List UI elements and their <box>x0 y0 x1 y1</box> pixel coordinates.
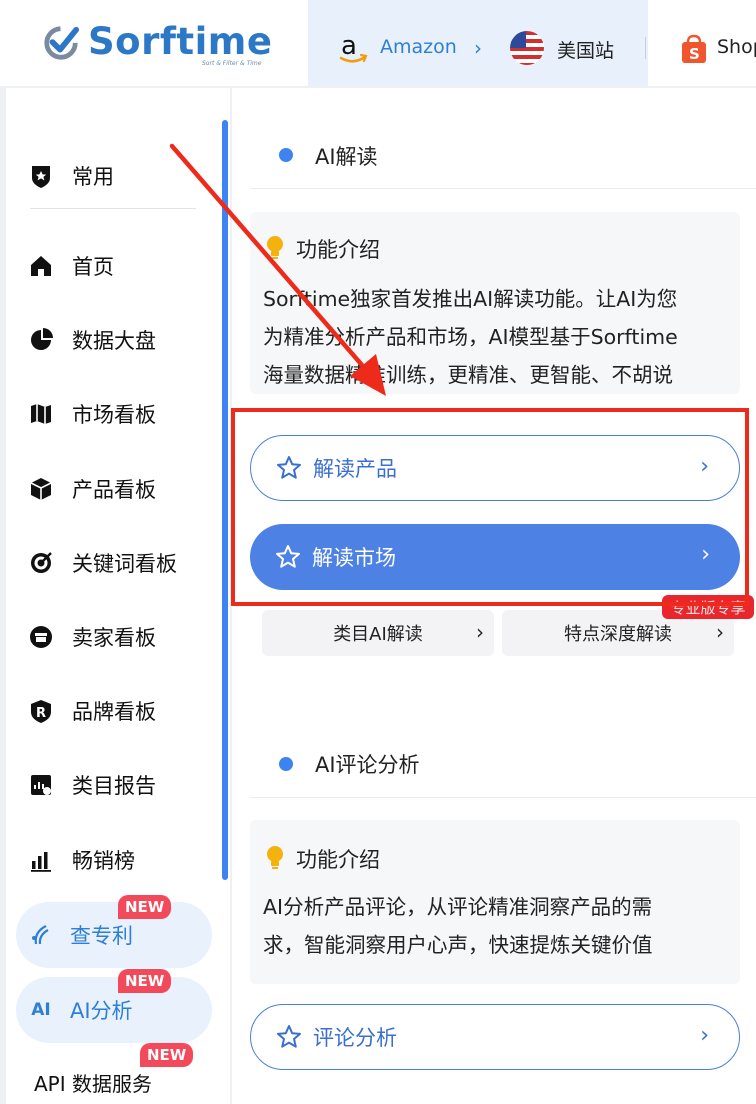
chevron-right-icon: › <box>476 620 484 644</box>
ai-icon: AI <box>31 1000 51 1020</box>
new-badge: NEW <box>118 969 172 993</box>
sidebar-divider <box>30 208 196 209</box>
intro-title: 功能介绍 <box>296 848 380 872</box>
intro-text: Sorftime独家首发推出AI解读功能。让AI为您 为精准分析产品和市场，AI… <box>263 280 730 394</box>
intro-card-ai-review: 功能介绍 AI分析产品评论，从评论精准洞察产品的需 求，智能洞察用户心声，快速提… <box>250 820 740 984</box>
shopee-tab[interactable]: Shop <box>717 36 756 58</box>
pie-chart-icon <box>31 328 53 350</box>
sidebar-item-brand[interactable]: R 品牌看板 <box>28 691 208 731</box>
sidebar-item-label: AI分析 <box>70 999 133 1023</box>
intro-text: AI分析产品评论，从评论精准洞察产品的需 求，智能洞察用户心声，快速提炼关键价值 <box>263 888 730 964</box>
category-ai-read-button[interactable]: 类目AI解读 › <box>262 610 494 656</box>
report-icon <box>31 775 51 795</box>
sidebar-scrollbar[interactable] <box>222 120 228 880</box>
sidebar-item-label: 市场看板 <box>72 403 156 427</box>
map-icon <box>31 404 51 424</box>
brand-name: Sorftime <box>88 20 273 63</box>
site-selector[interactable]: 美国站 <box>557 36 614 63</box>
chevron-right-icon: › <box>700 1023 709 1048</box>
annotation-highlight-box <box>231 408 749 606</box>
shopee-bag-icon: S <box>682 34 706 63</box>
logo-check-icon <box>44 26 80 60</box>
shield-star-icon <box>32 166 50 188</box>
star-icon <box>277 1025 301 1048</box>
chevron-right-icon: › <box>716 620 724 644</box>
brand-r-icon: R <box>31 700 51 723</box>
top-bar: Sorftime Sort & Filter & Time a Amazon ›… <box>0 0 756 86</box>
sidebar-item-keyword[interactable]: 关键词看板 <box>28 543 208 583</box>
home-icon <box>31 256 51 276</box>
sidebar-item-home[interactable]: 首页 <box>28 246 208 286</box>
store-icon <box>30 626 52 648</box>
sidebar-item-label: 关键词看板 <box>72 552 177 576</box>
intro-card-ai-read: 功能介绍 Sorftime独家首发推出AI解读功能。让AI为您 为精准分析产品和… <box>250 212 740 394</box>
button-label: 特点深度解读 <box>564 624 672 645</box>
sidebar-item-label: 常用 <box>72 165 114 189</box>
sidebar-item-product[interactable]: 产品看板 <box>28 469 208 509</box>
lightbulb-icon <box>267 846 283 869</box>
section-title-ai-read: AI解读 <box>315 145 378 169</box>
marketplace-label[interactable]: Amazon <box>380 36 457 58</box>
sidebar-item-label: 类目报告 <box>72 774 156 798</box>
sidebar-item-ai[interactable]: AI AI分析 <box>16 977 212 1043</box>
brand-slogan: Sort & Filter & Time <box>202 60 262 67</box>
us-flag-icon <box>510 31 544 65</box>
patent-icon <box>32 925 49 945</box>
sidebar-item-patent[interactable]: 查专利 <box>16 902 212 968</box>
new-badge: NEW <box>140 1043 194 1067</box>
lightbulb-icon <box>267 236 283 259</box>
amazon-icon: a <box>339 32 368 63</box>
section-divider <box>250 797 756 798</box>
sidebar-item-label: 数据大盘 <box>72 329 156 353</box>
sidebar-item-label: 首页 <box>72 255 114 279</box>
intro-line: AI分析产品评论，从评论精准洞察产品的需 <box>263 895 653 919</box>
sidebar-item-bestseller[interactable]: 畅销榜 <box>28 840 208 880</box>
intro-line: 求，智能洞察用户心声，快速提炼关键价值 <box>263 933 653 957</box>
section-bullet <box>279 148 293 162</box>
svg-text:a: a <box>341 32 357 61</box>
sorftime-logo[interactable]: Sorftime Sort & Filter & Time <box>42 20 272 70</box>
section-bullet <box>279 757 293 771</box>
svg-text:R: R <box>36 706 46 721</box>
intro-line: 为精准分析产品和市场，AI模型基于Sorftime <box>263 325 678 349</box>
svg-text:S: S <box>689 45 700 63</box>
bar-chart-icon <box>31 852 51 872</box>
intro-title: 功能介绍 <box>296 238 380 262</box>
sidebar-item-label: 畅销榜 <box>72 849 135 873</box>
target-icon <box>31 552 52 573</box>
sidebar-item-label: 品牌看板 <box>72 700 156 724</box>
sidebar-item-market[interactable]: 市场看板 <box>28 394 208 434</box>
new-badge: NEW <box>118 895 172 919</box>
review-analysis-button[interactable]: 评论分析 › <box>250 1004 740 1070</box>
sidebar-item-label: 卖家看板 <box>72 626 156 650</box>
sidebar-item-api[interactable]: API 数据服务 <box>34 1068 152 1097</box>
box-icon <box>30 478 52 500</box>
section-title-ai-review: AI评论分析 <box>315 753 420 777</box>
sidebar-item-label: 查专利 <box>70 924 133 948</box>
sidebar-item-seller[interactable]: 卖家看板 <box>28 617 208 657</box>
sidebar-item-report[interactable]: 类目报告 <box>28 765 208 805</box>
chevron-right-icon: › <box>474 36 482 60</box>
sidebar-item-favorites[interactable]: 常用 <box>28 156 208 196</box>
button-label: 评论分析 <box>313 1026 397 1050</box>
button-label: 类目AI解读 <box>333 624 423 645</box>
sidebar-item-dashboard[interactable]: 数据大盘 <box>28 320 208 360</box>
section-divider <box>250 188 756 189</box>
intro-line: 海量数据精准训练，更精准、更智能、不胡说 <box>263 363 673 387</box>
intro-line: Sorftime独家首发推出AI解读功能。让AI为您 <box>263 287 678 311</box>
sidebar-item-label: 产品看板 <box>72 478 156 502</box>
divider <box>645 37 646 59</box>
